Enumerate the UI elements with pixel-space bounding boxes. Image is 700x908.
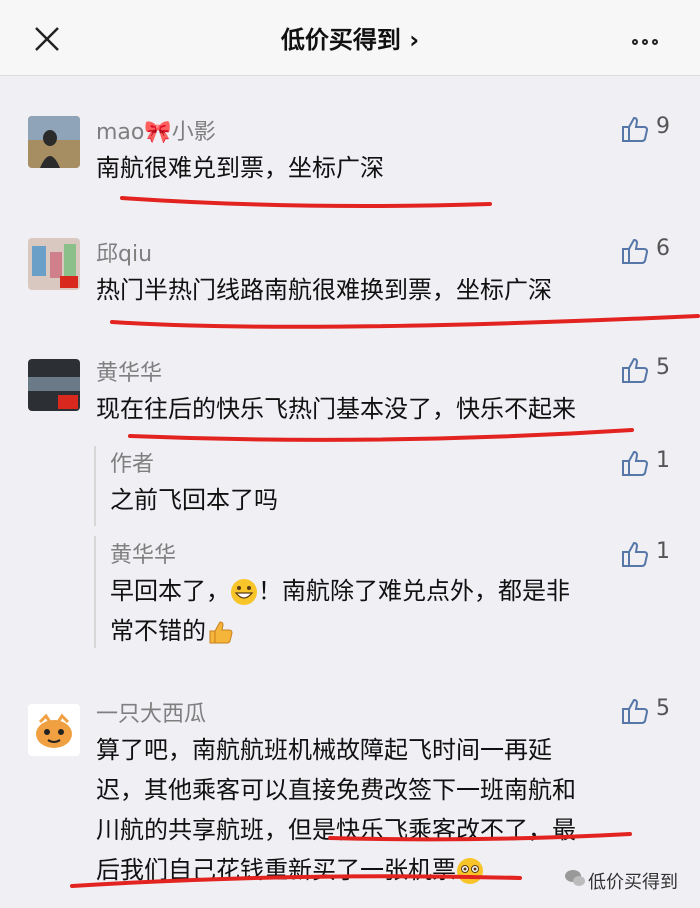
commenter-name[interactable]: mao🎀小影 — [96, 114, 216, 146]
comment-text-part: 后我们自己花钱重新买了一张机票 — [96, 856, 456, 884]
page-title[interactable]: 低价买得到 › — [0, 20, 700, 55]
avatar[interactable] — [28, 359, 80, 411]
avatar[interactable] — [28, 116, 80, 168]
thumbs-up-icon[interactable] — [620, 539, 650, 569]
reply-text: 之前飞回本了吗 — [110, 486, 278, 514]
comment-text: 南航很难兑到票，坐标广深 — [96, 154, 384, 182]
reply-text-part: 常不错的 — [110, 617, 206, 645]
like-count: 1 — [656, 539, 670, 564]
commenter-name[interactable]: 邱qiu — [96, 236, 152, 268]
like-count: 6 — [656, 236, 670, 261]
wechat-icon — [565, 870, 585, 886]
comment-text-line: 后我们自己花钱重新买了一张机票 — [96, 850, 576, 890]
more-icon[interactable] — [632, 30, 674, 45]
comment-text: 现在往后的快乐飞热门基本没了，快乐不起来 — [96, 395, 576, 423]
thumbs-up-icon[interactable] — [620, 696, 650, 726]
reply-indent-bar — [94, 536, 96, 648]
thumbs-up-emoji-icon — [209, 621, 233, 644]
comment-text-line: 算了吧，南航航班机械故障起飞时间一再延 — [96, 736, 552, 764]
like-count: 5 — [656, 355, 670, 380]
comment-text: 算了吧，南航航班机械故障起飞时间一再延 迟，其他乘客可以直接免费改签下一班南航和… — [96, 730, 576, 890]
avatar[interactable] — [28, 238, 80, 290]
commenter-name[interactable]: 黄华华 — [96, 355, 162, 387]
like-count: 1 — [656, 448, 670, 473]
thumbs-up-icon[interactable] — [620, 114, 650, 144]
reply-text-part: ！南航除了难兑点外，都是非 — [258, 577, 570, 605]
comment-text: 热门半热门线路南航很难换到票，坐标广深 — [96, 276, 552, 304]
reply-author[interactable]: 作者 — [110, 446, 154, 478]
like-count: 5 — [656, 696, 670, 721]
reply-text: 早回本了， ！南航除了难兑点外，都是非 常不错的 — [110, 571, 670, 651]
commenter-name[interactable]: 一只大西瓜 — [96, 696, 206, 728]
comment-text-line: 迟，其他乘客可以直接免费改签下一班南航和 — [96, 776, 576, 804]
avatar[interactable] — [28, 704, 80, 756]
thumbs-up-icon[interactable] — [620, 236, 650, 266]
thumbs-up-icon[interactable] — [620, 448, 650, 478]
reply-indent-bar — [94, 446, 96, 526]
watermark-text: 低价买得到 — [588, 872, 678, 893]
app-header: 低价买得到 › — [0, 0, 700, 76]
thumbs-up-icon[interactable] — [620, 355, 650, 385]
like-count: 9 — [656, 114, 670, 139]
reply-author[interactable]: 黄华华 — [110, 537, 176, 569]
flushed-emoji-icon — [457, 858, 483, 884]
comment-text-line: 川航的共享航班，但是快乐飞乘客改不了，最 — [96, 816, 576, 844]
reply-text-part: 早回本了， — [110, 577, 230, 605]
grin-emoji-icon — [231, 579, 257, 605]
